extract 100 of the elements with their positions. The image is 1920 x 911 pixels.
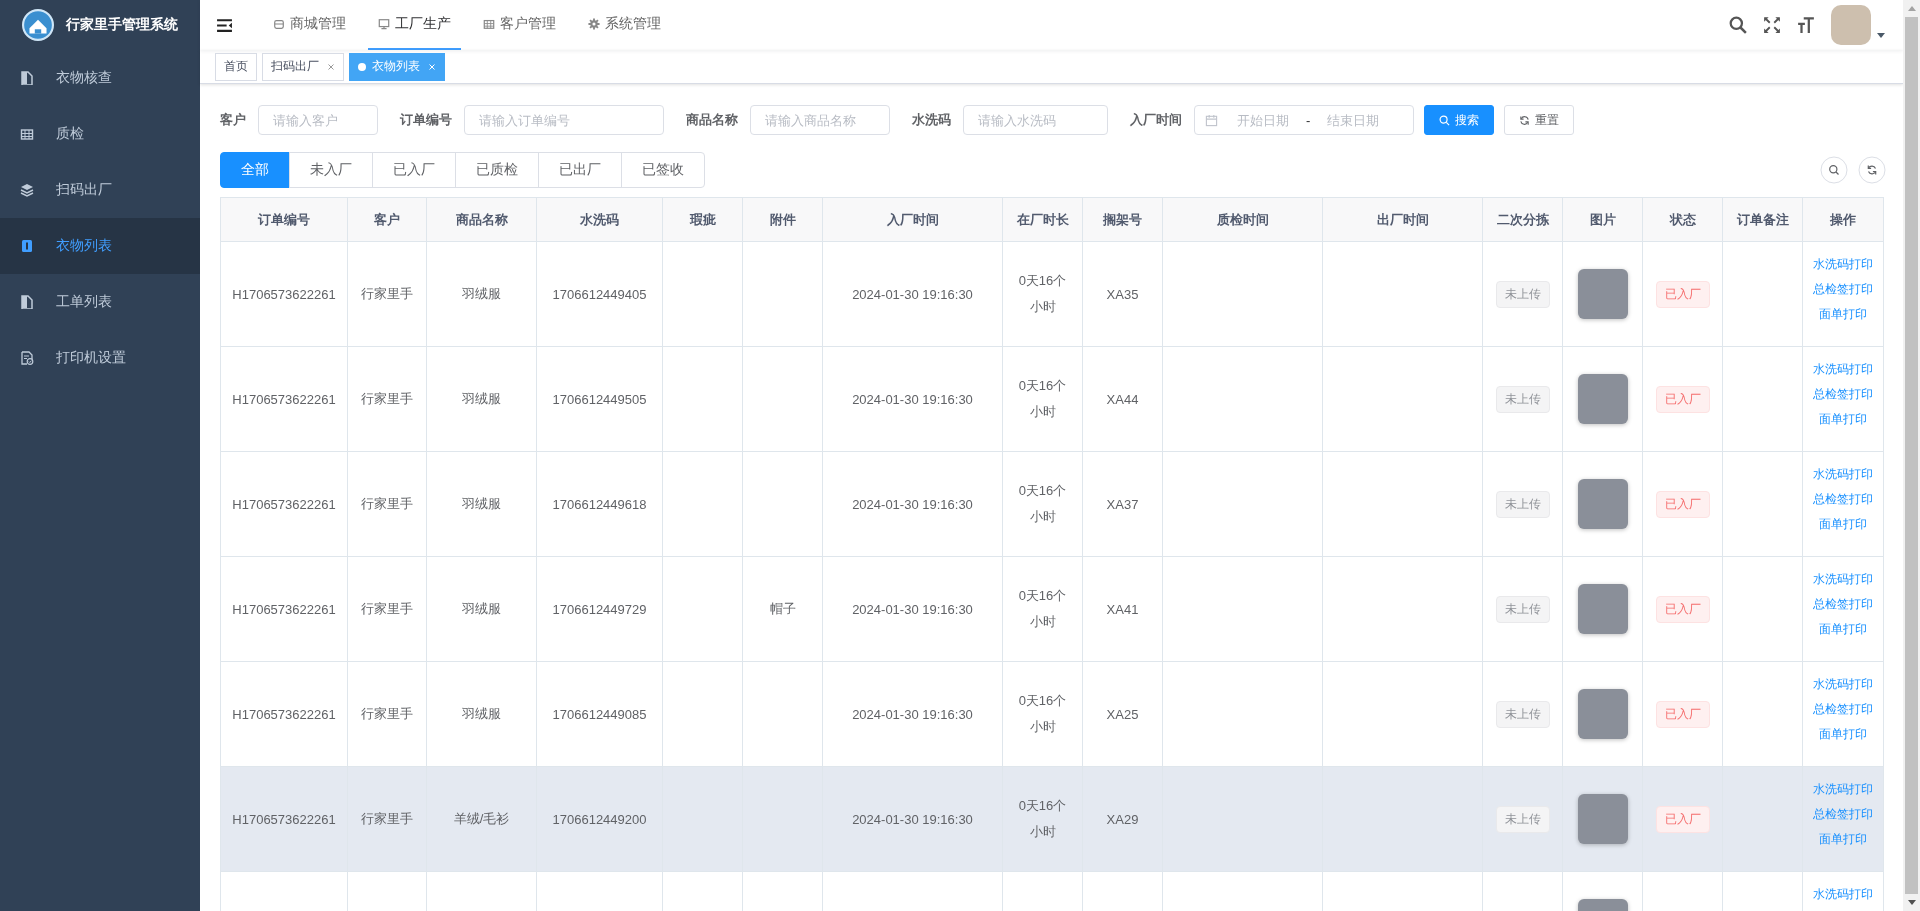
print-link[interactable]: 总检签打印 [1813, 281, 1873, 298]
column-header: 图片 [1589, 211, 1616, 227]
sidebar-item[interactable]: 工单列表 [0, 274, 200, 330]
table-cell: 行家里手 [361, 285, 413, 303]
tag-tab[interactable]: 首页 [215, 52, 257, 81]
scrollbar-thumb[interactable] [1905, 17, 1918, 894]
print-link[interactable]: 总检签打印 [1813, 596, 1873, 613]
table-cell: H1706573622261 [232, 811, 336, 827]
table-row[interactable]: H1706573622261 行家里手 羽绒服 1706612449505 2024-01-30 19:16:30 0天16个小时 XA44 未上传 已入厂 水洗码打印 总检签打印 面单打印 [220, 346, 1884, 452]
table-cell: 2024-01-30 19:16:30 [852, 496, 973, 512]
status-tab[interactable]: 已质检 [455, 152, 539, 188]
caret-down-icon[interactable] [1877, 32, 1885, 38]
table-cell: 羽绒服 [462, 390, 501, 408]
print-link[interactable]: 水洗码打印 [1813, 361, 1873, 378]
print-link[interactable]: 面单打印 [1819, 411, 1867, 428]
upload-status-badge: 未上传 [1495, 805, 1550, 833]
table-cell: H1706573622261 [232, 601, 336, 617]
print-link[interactable]: 水洗码打印 [1813, 571, 1873, 588]
tag-tab[interactable]: 扫码出厂 [262, 52, 344, 81]
search-icon[interactable] [1820, 156, 1848, 184]
search-icon[interactable] [1729, 16, 1747, 34]
nav-menu-item[interactable]: 商城管理 [263, 0, 356, 50]
print-link[interactable]: 水洗码打印 [1813, 256, 1873, 273]
sidebar-item[interactable]: 质检 [0, 106, 200, 162]
clothing-photo-placeholder[interactable] [1577, 374, 1628, 424]
avatar-photo-placeholder[interactable] [1831, 5, 1871, 45]
text-input-field[interactable]: 请输入水洗码 [963, 105, 1108, 135]
table-cell: 羽绒服 [462, 495, 501, 513]
status-tab[interactable]: 已签收 [621, 152, 705, 188]
table-cell: 1706612449618 [552, 496, 647, 512]
scroll-up-arrow-icon[interactable] [1907, 6, 1916, 11]
print-link[interactable]: 面单打印 [1819, 831, 1867, 848]
table-icon [20, 127, 34, 141]
sidebar-item[interactable]: 打印机设置 [0, 330, 200, 386]
table-row[interactable]: H1706573622261 行家里手 羽绒服 1706612449405 2024-01-30 19:16:30 0天16个小时 XA35 未上传 已入厂 水洗码打印 总检签打印 面单打印 [220, 241, 1884, 347]
nav-menu-item[interactable]: 工厂生产 [368, 0, 461, 50]
logo-icon [22, 9, 54, 41]
status-tab[interactable]: 已入厂 [372, 152, 456, 188]
refresh-icon [1519, 114, 1530, 126]
column-header: 客户 [374, 211, 400, 227]
table-cell: XA29 [1106, 811, 1139, 827]
text-input-field[interactable]: 请输入客户 [258, 105, 378, 135]
clothing-photo-placeholder[interactable] [1577, 269, 1628, 319]
table-row[interactable]: H1706573622261 行家里手 羽绒服 1706612449618 2024-01-30 19:16:30 0天16个小时 XA37 未上传 已入厂 水洗码打印 总检签打印 面单打印 [220, 451, 1884, 557]
column-header: 操作 [1830, 211, 1856, 227]
scrollbar[interactable] [1903, 0, 1920, 911]
column-header: 订单备注 [1736, 211, 1789, 227]
date-range-field[interactable]: 开始日期 - 结束日期 [1194, 105, 1414, 135]
font-size-icon[interactable] [1797, 16, 1815, 34]
table-cell: 行家里手 [361, 810, 413, 828]
print-link[interactable]: 面单打印 [1819, 306, 1867, 323]
nav-menu-item[interactable]: 系统管理 [578, 0, 671, 50]
table-cell: 1706612449729 [552, 601, 647, 617]
nav-menu-item[interactable]: 客户管理 [473, 0, 566, 50]
column-header: 瑕疵 [689, 211, 716, 227]
column-header: 商品名称 [455, 211, 508, 227]
clothing-photo-placeholder[interactable] [1577, 479, 1628, 529]
print-link[interactable]: 总检签打印 [1813, 701, 1873, 718]
table-row[interactable]: H1706573622261 行家里手 羽绒服 1706612449085 2024-01-30 19:16:30 0天16个小时 XA25 未上传 已入厂 水洗码打印 总检签打印 面单打印 [220, 661, 1884, 767]
upload-status-badge: 未上传 [1495, 280, 1550, 308]
clothing-photo-placeholder[interactable] [1577, 794, 1628, 844]
status-tab[interactable]: 未入厂 [289, 152, 373, 188]
print-link[interactable]: 水洗码打印 [1813, 676, 1873, 693]
scroll-down-arrow-icon[interactable] [1907, 900, 1916, 905]
table-cell: H1706573622261 [232, 391, 336, 407]
status-tab[interactable]: 已出厂 [538, 152, 622, 188]
table-cell: H1706573622261 [232, 706, 336, 722]
text-input-field[interactable]: 请输入订单编号 [464, 105, 664, 135]
table-cell: 羽绒服 [462, 705, 501, 723]
status-badge: 已入厂 [1655, 805, 1710, 833]
column-header: 水洗码 [580, 211, 619, 227]
print-link[interactable]: 总检签打印 [1813, 386, 1873, 403]
reset-button[interactable]: 重置 [1504, 105, 1574, 135]
close-icon[interactable] [327, 62, 335, 71]
refresh-icon[interactable] [1858, 156, 1886, 184]
print-link[interactable]: 总检签打印 [1813, 491, 1873, 508]
table-row[interactable]: 水洗码打印 [220, 871, 1884, 911]
print-link[interactable]: 水洗码打印 [1813, 781, 1873, 798]
print-link[interactable]: 总检签打印 [1813, 806, 1873, 823]
table-icon [483, 18, 495, 30]
table-cell: 帽子 [769, 600, 796, 618]
print-link[interactable]: 水洗码打印 [1813, 466, 1873, 483]
text-input-field[interactable]: 请输入商品名称 [750, 105, 890, 135]
clothing-photo-placeholder[interactable] [1577, 584, 1628, 634]
status-tab[interactable]: 全部 [220, 152, 290, 188]
sidebar-item[interactable]: 扫码出厂 [0, 162, 200, 218]
table-row[interactable]: H1706573622261 行家里手 羽绒服 1706612449729 帽子 2024-01-30 19:16:30 0天16个小时 XA41 未上传 已入厂 水洗码打印 总检签打印 面单打印 [220, 556, 1884, 662]
menu-toggle-icon[interactable] [216, 17, 233, 33]
search-button[interactable]: 搜索 [1424, 105, 1494, 135]
table-row[interactable]: H1706573622261 行家里手 羊绒/毛衫 1706612449200 2024-01-30 19:16:30 0天16个小时 XA29 未上传 已入厂 水洗码打印 总检签打印 面单打印 [220, 766, 1884, 872]
clothing-photo-placeholder[interactable] [1577, 689, 1628, 739]
sidebar-item[interactable]: 衣物列表 [0, 218, 200, 274]
fullscreen-icon[interactable] [1763, 16, 1781, 34]
print-link[interactable]: 面单打印 [1819, 621, 1867, 638]
table-cell-text: 0天16个小时 [1017, 272, 1068, 316]
print-link[interactable]: 面单打印 [1819, 726, 1867, 743]
search-icon [1439, 114, 1450, 126]
print-link[interactable]: 面单打印 [1819, 516, 1867, 533]
sidebar-item[interactable]: 衣物核查 [0, 50, 200, 106]
table-cell: 2024-01-30 19:16:30 [852, 601, 973, 617]
